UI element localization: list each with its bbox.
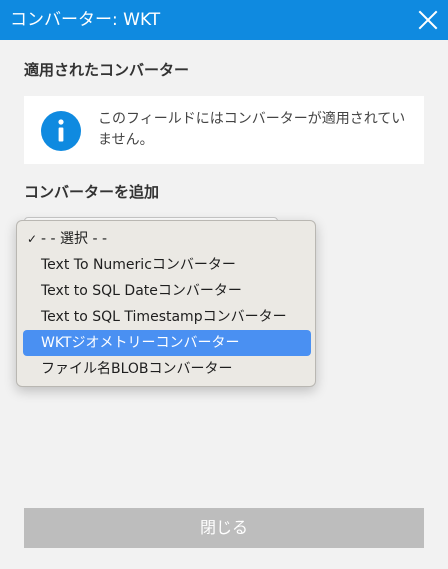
dropdown-option-wkt-geometry[interactable]: WKTジオメトリーコンバーター: [23, 330, 311, 356]
option-label: Text To Numericコンバーター: [41, 257, 236, 273]
dialog-title: コンバーター: WKT: [10, 10, 161, 30]
dropdown-option-select[interactable]: ✓ - - 選択 - -: [23, 226, 311, 252]
add-converter-heading: コンバーターを追加: [24, 183, 160, 201]
close-button[interactable]: 閉じる: [24, 508, 424, 548]
close-icon[interactable]: [416, 8, 440, 32]
dialog-titlebar: コンバーター: WKT: [0, 0, 448, 40]
dropdown-option-filename-blob[interactable]: ファイル名BLOBコンバーター: [23, 356, 311, 382]
info-icon: [41, 111, 81, 151]
option-label: - - 選択 - -: [41, 231, 108, 247]
option-label: Text to SQL Timestampコンバーター: [41, 309, 287, 325]
converter-dialog: コンバーター: WKT 適用されたコンバーター このフィールドにはコンバーターが…: [0, 0, 448, 569]
info-message-box: このフィールドにはコンバーターが適用されていません。: [24, 96, 424, 164]
applied-converters-heading: 適用されたコンバーター: [24, 61, 190, 79]
dropdown-option-text-to-sql-date[interactable]: Text to SQL Dateコンバーター: [23, 278, 311, 304]
info-message-text: このフィールドにはコンバーターが適用されていません。: [98, 111, 406, 148]
dropdown-option-text-to-numeric[interactable]: Text To Numericコンバーター: [23, 252, 311, 278]
option-label: Text to SQL Dateコンバーター: [41, 283, 242, 299]
option-label: WKTジオメトリーコンバーター: [41, 335, 240, 351]
dropdown-option-text-to-sql-timestamp[interactable]: Text to SQL Timestampコンバーター: [23, 304, 311, 330]
checkmark-icon: ✓: [27, 232, 38, 246]
converter-dropdown-menu: ✓ - - 選択 - - Text To Numericコンバーター Text …: [16, 220, 316, 387]
option-label: ファイル名BLOBコンバーター: [41, 361, 233, 377]
